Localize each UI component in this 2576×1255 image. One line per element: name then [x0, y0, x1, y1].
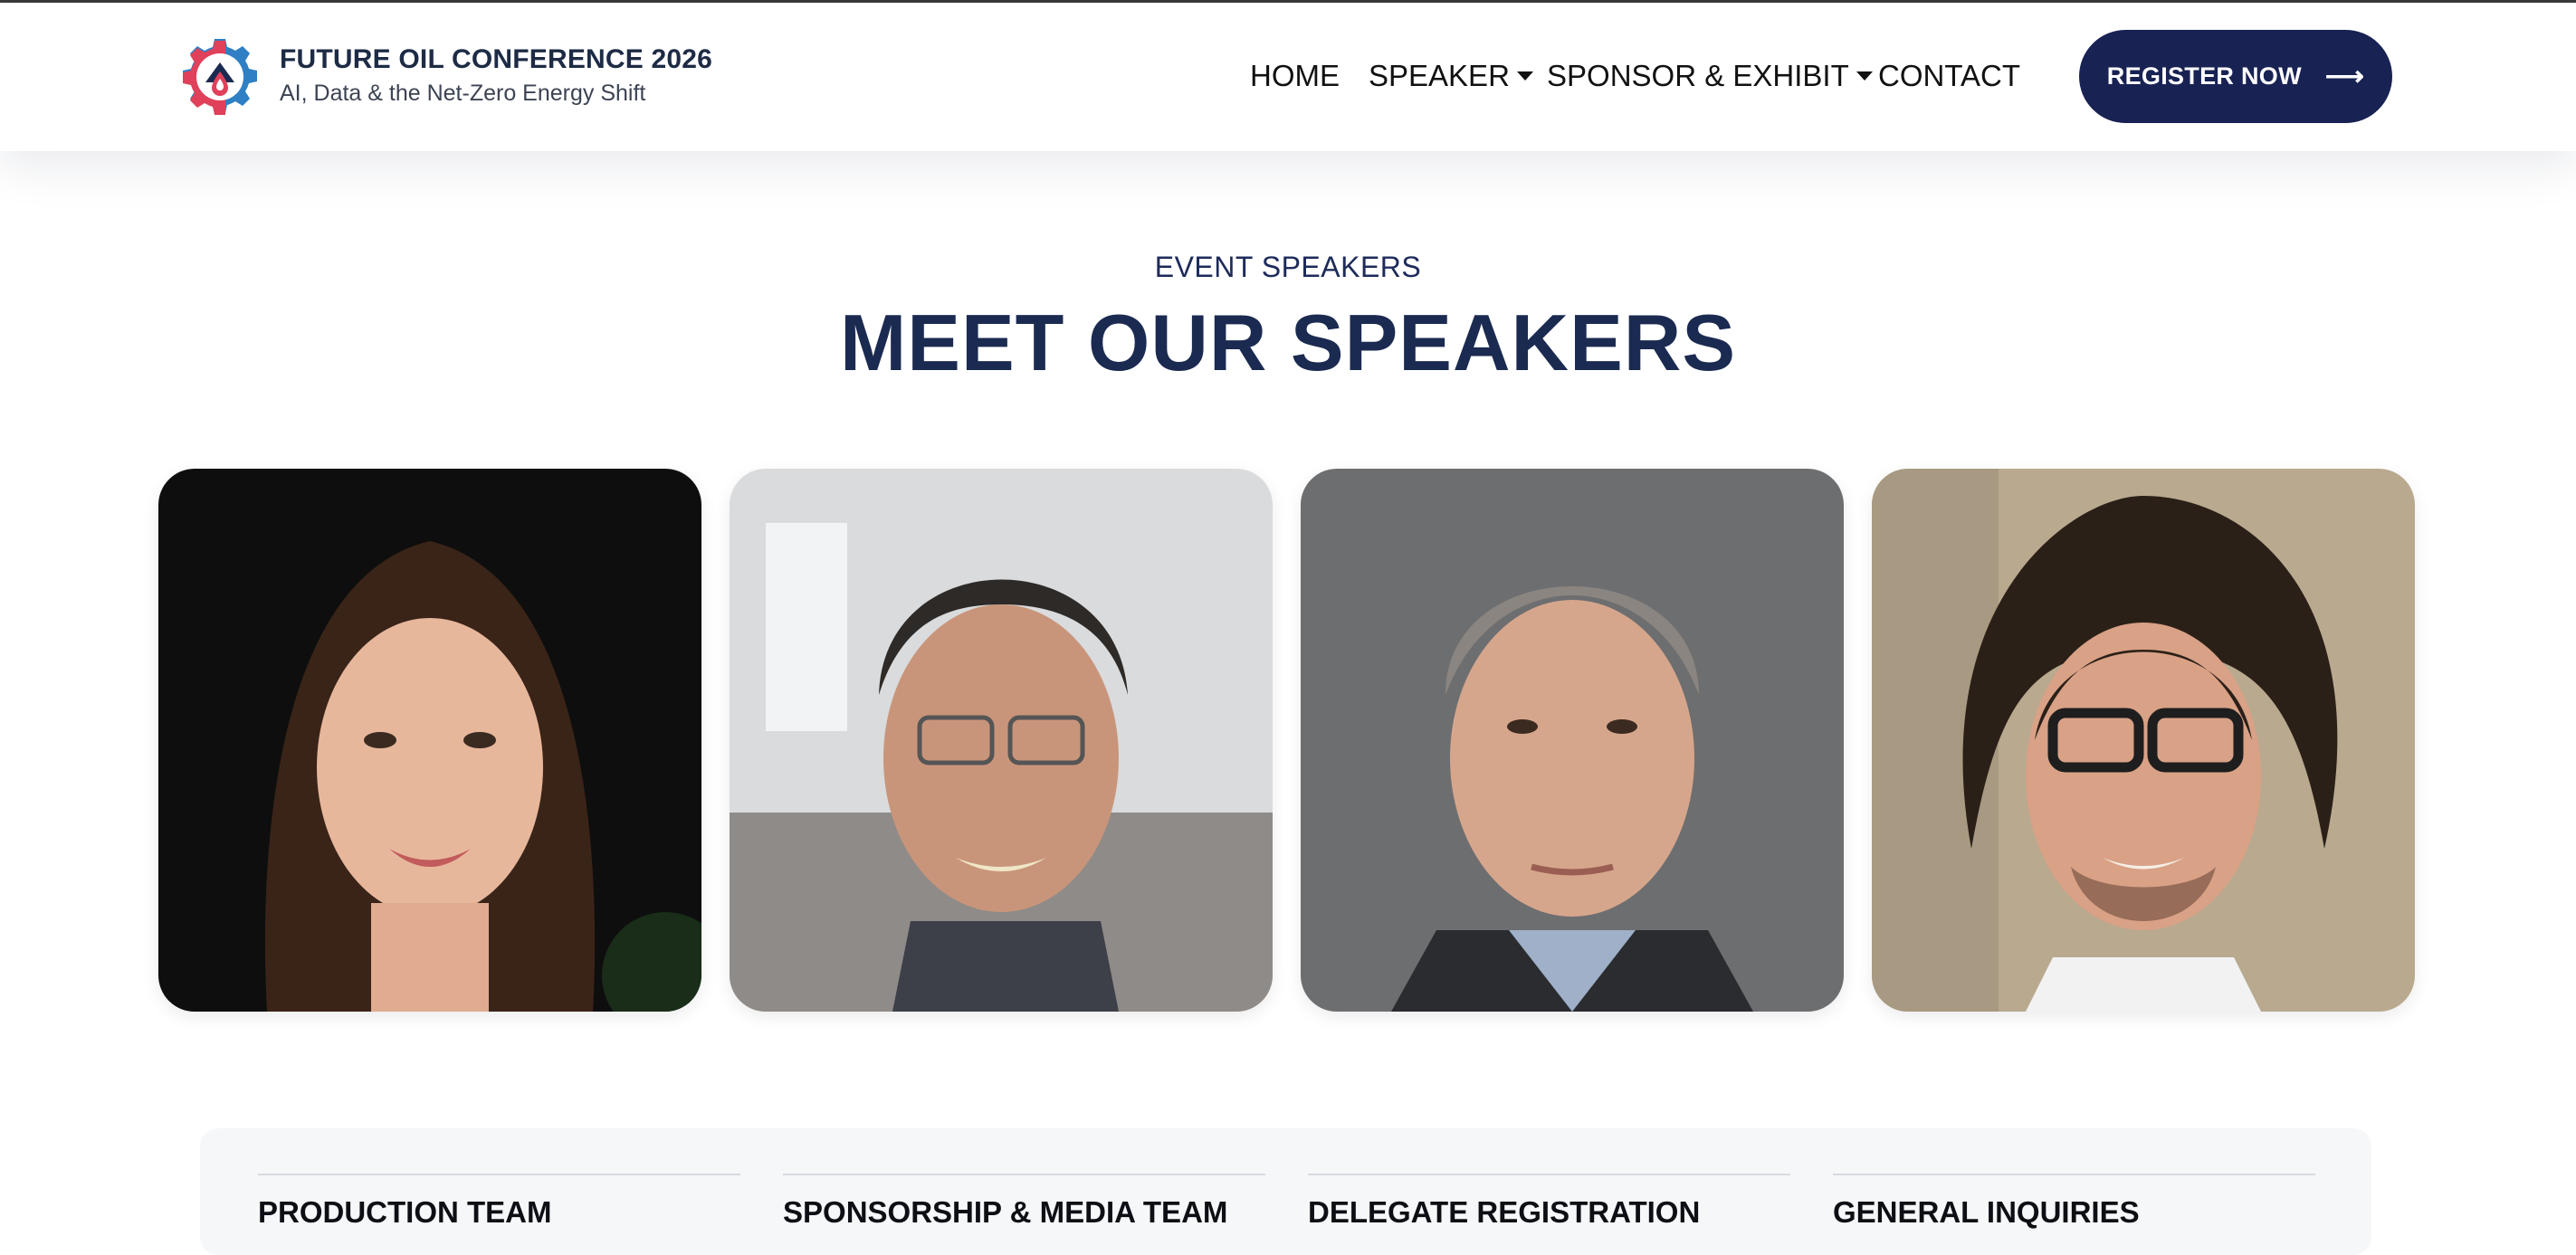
- site-header: FUTURE OIL CONFERENCE 2026 AI, Data & th…: [0, 3, 2576, 151]
- caret-down-icon: [1516, 71, 1533, 81]
- section-title: MEET OUR SPEAKERS: [839, 298, 1737, 387]
- contact-heading: PRODUCTION TEAM: [258, 1195, 552, 1229]
- contact-column-delegate-registration: DELEGATE REGISTRATION: [1308, 1174, 1790, 1230]
- contact-column-production: PRODUCTION TEAM: [258, 1174, 740, 1230]
- contact-heading: DELEGATE REGISTRATION: [1308, 1195, 1701, 1229]
- speaker-card-1[interactable]: [158, 469, 701, 1012]
- contact-heading: SPONSORSHIP & MEDIA TEAM: [783, 1195, 1228, 1229]
- divider: [1308, 1174, 1790, 1175]
- speaker-card-3[interactable]: [1301, 469, 1844, 1012]
- speaker-photo: [1872, 469, 2415, 1012]
- divider: [258, 1174, 740, 1175]
- nav-item-home[interactable]: HOME: [1250, 59, 1340, 93]
- nav-item-label: SPEAKER: [1369, 59, 1510, 92]
- divider: [783, 1174, 1265, 1175]
- contact-column-sponsorship-media: SPONSORSHIP & MEDIA TEAM: [783, 1174, 1265, 1230]
- brand-block[interactable]: FUTURE OIL CONFERENCE 2026 AI, Data & th…: [280, 44, 712, 107]
- contact-info-box: PRODUCTION TEAM SPONSORSHIP & MEDIA TEAM…: [200, 1128, 2371, 1255]
- nav-item-sponsor-exhibit[interactable]: SPONSOR & EXHIBIT: [1547, 59, 1873, 93]
- arrow-right-icon: ⟶: [2324, 61, 2365, 91]
- divider: [1833, 1174, 2315, 1175]
- brand-title: FUTURE OIL CONFERENCE 2026: [280, 44, 713, 74]
- nav-item-contact[interactable]: CONTACT: [1878, 59, 2020, 93]
- nav-item-label: HOME: [1250, 59, 1340, 92]
- register-now-button[interactable]: REGISTER NOW ⟶: [2079, 30, 2392, 123]
- nav-item-speaker[interactable]: SPEAKER: [1369, 59, 1533, 93]
- speaker-card-4[interactable]: [1872, 469, 2415, 1012]
- gear-droplet-logo-icon[interactable]: [179, 36, 261, 118]
- nav-item-label: CONTACT: [1878, 59, 2021, 92]
- speaker-photo: [158, 469, 701, 1012]
- section-eyebrow: EVENT SPEAKERS: [1154, 251, 1422, 283]
- speaker-photo: [1301, 469, 1844, 1012]
- contact-heading: GENERAL INQUIRIES: [1833, 1195, 2140, 1229]
- register-now-label: REGISTER NOW: [2106, 62, 2302, 90]
- speaker-photo: [730, 469, 1273, 1012]
- nav-item-label: SPONSOR & EXHIBIT: [1547, 59, 1849, 92]
- caret-down-icon: [1856, 71, 1873, 81]
- speaker-card-2[interactable]: [730, 469, 1273, 1012]
- brand-subtitle: AI, Data & the Net-Zero Energy Shift: [280, 81, 646, 106]
- contact-column-general-inquiries: GENERAL INQUIRIES: [1833, 1174, 2315, 1230]
